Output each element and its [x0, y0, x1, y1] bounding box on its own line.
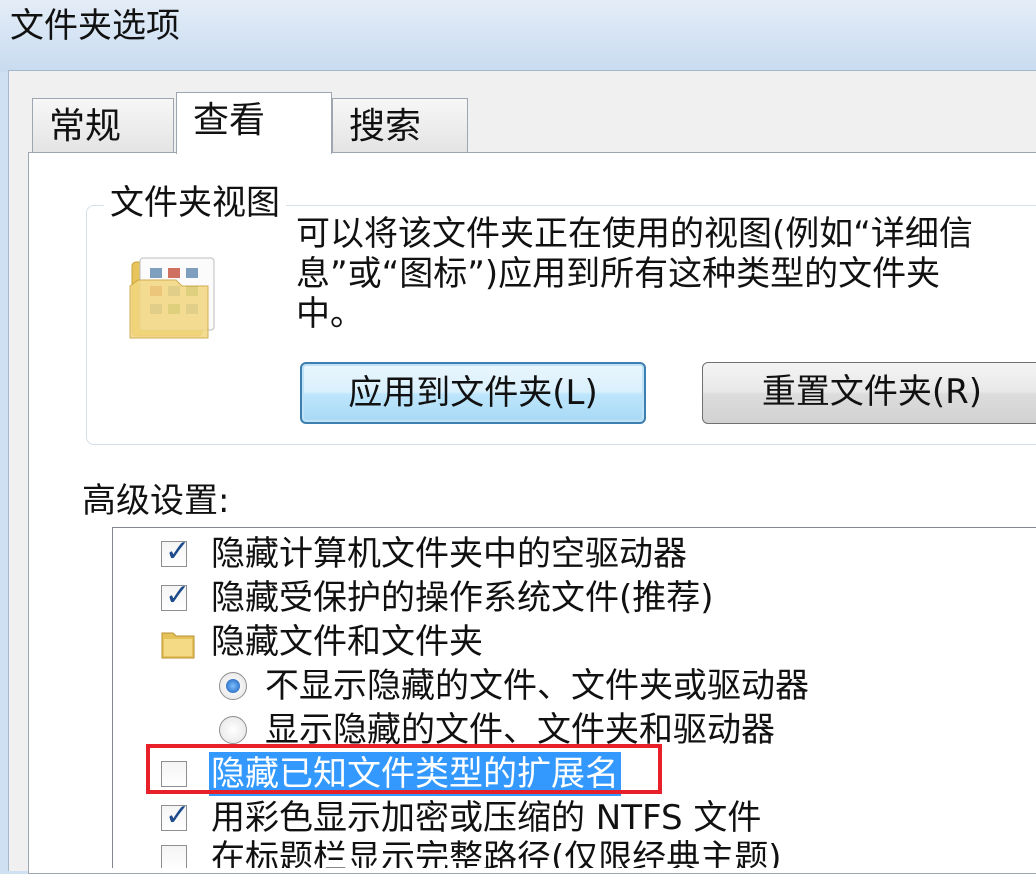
folder-icon	[161, 626, 195, 670]
radio-button[interactable]	[219, 672, 247, 700]
list-item-label: 隐藏受保护的操作系统文件(推荐)	[211, 578, 714, 618]
check-icon: ✓	[165, 534, 191, 569]
description-line-2: 息”或“图标”)应用到所有这种类型的文件夹	[296, 254, 941, 294]
radio-selected-dot	[226, 679, 240, 693]
title-bar: 文件夹选项	[0, 0, 1036, 72]
description-line-1: 可以将该文件夹正在使用的视图(例如“详细信	[296, 214, 973, 254]
description-line-3: 中。	[296, 294, 364, 334]
list-item-label: 隐藏计算机文件夹中的空驱动器	[211, 534, 687, 574]
reset-folders-button[interactable]: 重置文件夹(R)	[702, 362, 1036, 424]
folder-views-description: 可以将该文件夹正在使用的视图(例如“详细信 息”或“图标”)应用到所有这种类型的…	[296, 214, 1036, 334]
apply-to-folders-button[interactable]: 应用到文件夹(L)	[300, 362, 646, 424]
tab-view[interactable]: 查看	[176, 92, 332, 154]
checkbox[interactable]: ✓	[161, 578, 190, 613]
checkbox[interactable]: ✓	[161, 798, 190, 833]
radio-button[interactable]	[219, 716, 247, 744]
checkbox[interactable]: ✓	[161, 534, 190, 569]
annotation-highlight-box	[146, 744, 662, 794]
advanced-settings-label: 高级设置:	[82, 481, 230, 521]
check-icon: ✓	[165, 578, 191, 613]
folder-view-icon	[128, 256, 220, 340]
checkbox[interactable]	[161, 845, 187, 868]
advanced-settings-list[interactable]: ✓ 隐藏计算机文件夹中的空驱动器 ✓ 隐藏受保护的操作系统文件(推荐) 隐藏文件…	[112, 527, 1036, 868]
folder-views-title: 文件夹视图	[104, 178, 286, 228]
tab-general[interactable]: 常规	[32, 98, 174, 154]
list-item-label: 隐藏文件和文件夹	[211, 622, 483, 662]
check-icon: ✓	[165, 798, 191, 833]
window-title: 文件夹选项	[10, 6, 180, 46]
list-item-label: 在标题栏显示完整路径(仅限经典主题)	[211, 838, 782, 868]
list-item-label: 不显示隐藏的文件、文件夹或驱动器	[265, 666, 809, 706]
list-item-label: 用彩色显示加密或压缩的 NTFS 文件	[211, 798, 762, 838]
tab-search[interactable]: 搜索	[332, 98, 468, 154]
